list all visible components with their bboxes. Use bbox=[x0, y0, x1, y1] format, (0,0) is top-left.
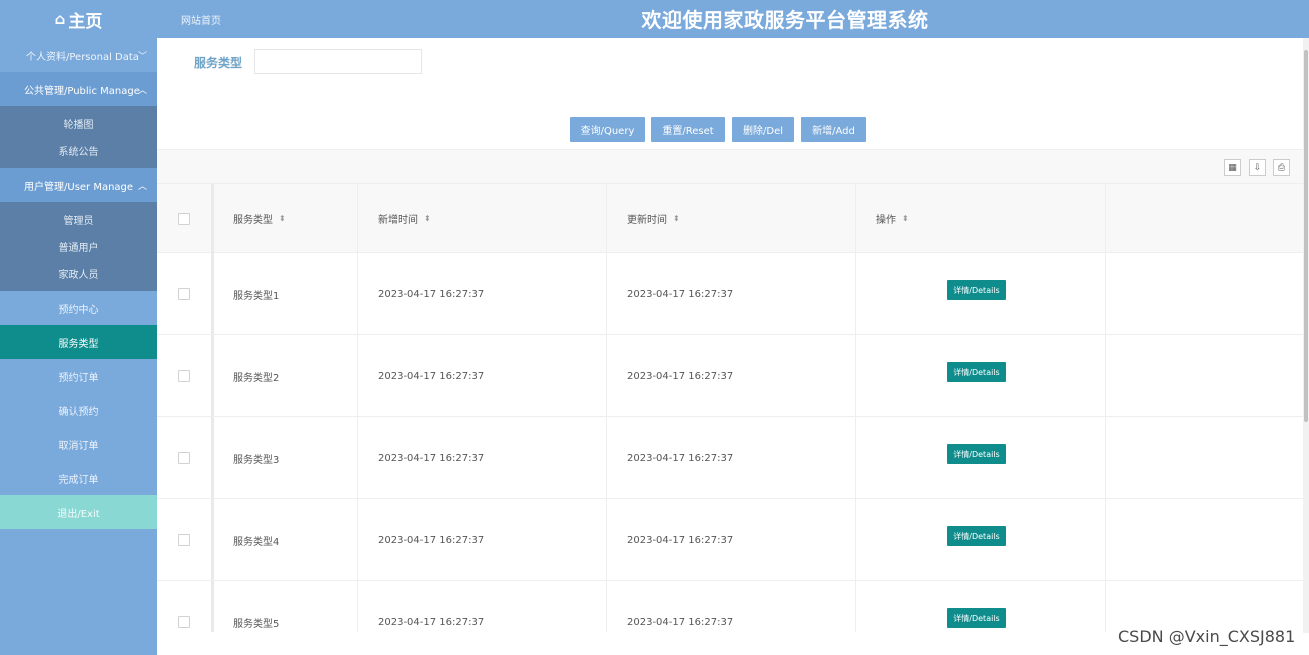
table-row: 服务类型3 2023-04-17 16:27:37 2023-04-17 16:… bbox=[157, 417, 1303, 499]
main-content: 服务类型 查询/Query 重置/Reset 删除/Del 新增/Add ▦ ⇩… bbox=[157, 38, 1309, 655]
table-header: 服务类型 ⬍ 新增时间 ⬍ 更新时间 ⬍ 操作 ⬍ bbox=[157, 184, 1303, 253]
cell-type: 服务类型2 bbox=[233, 372, 280, 384]
table-toolbar: ▦ ⇩ ⎙ bbox=[157, 149, 1309, 184]
sidebar-item-notice[interactable]: 系统公告 bbox=[0, 137, 157, 164]
export-icon[interactable]: ⇩ bbox=[1249, 159, 1266, 176]
print-icon[interactable]: ⎙ bbox=[1273, 159, 1290, 176]
data-table: 服务类型 ⬍ 新增时间 ⬍ 更新时间 ⬍ 操作 ⬍ 服务类型1 2023-04-17 1… bbox=[157, 184, 1303, 632]
cell-created: 2023-04-17 16:27:37 bbox=[378, 452, 485, 464]
sidebar-item-complete-order[interactable]: 完成订单 bbox=[0, 461, 157, 495]
table-row: 服务类型4 2023-04-17 16:27:37 2023-04-17 16:… bbox=[157, 499, 1303, 581]
columns-icon[interactable]: ▦ bbox=[1224, 159, 1241, 176]
home-label: 主页 bbox=[68, 11, 103, 32]
sidebar: 个人资料/Personal Data ﹀ 公共管理/Public Manage … bbox=[0, 38, 157, 655]
table-row: 服务类型5 2023-04-17 16:27:37 2023-04-17 16:… bbox=[157, 581, 1303, 632]
chevron-up-icon: ︿ bbox=[137, 85, 147, 96]
sidebar-group-public[interactable]: 公共管理/Public Manage ︿ bbox=[0, 72, 157, 106]
cell-updated: 2023-04-17 16:27:37 bbox=[627, 534, 734, 546]
column-header-type[interactable]: 服务类型 ⬍ bbox=[233, 184, 286, 253]
column-label: 更新时间 bbox=[627, 215, 667, 226]
sidebar-group-label: 公共管理/Public Manage bbox=[24, 85, 140, 97]
row-checkbox[interactable] bbox=[178, 452, 190, 464]
details-button[interactable]: 详情/Details bbox=[947, 280, 1006, 300]
details-button[interactable]: 详情/Details bbox=[947, 362, 1006, 382]
submenu-public: 轮播图 系统公告 bbox=[0, 106, 157, 168]
select-all-checkbox[interactable] bbox=[178, 212, 190, 225]
site-home-link[interactable]: 网站首页 bbox=[181, 12, 221, 27]
sidebar-item-carousel[interactable]: 轮播图 bbox=[0, 110, 157, 137]
sidebar-item-housekeepers[interactable]: 家政人员 bbox=[0, 260, 157, 287]
submenu-user: 管理员 普通用户 家政人员 bbox=[0, 202, 157, 291]
sidebar-item-confirm-booking[interactable]: 确认预约 bbox=[0, 393, 157, 427]
column-label: 操作 bbox=[876, 215, 896, 226]
chevron-down-icon: ﹀ bbox=[137, 51, 147, 62]
sidebar-item-users[interactable]: 普通用户 bbox=[0, 233, 157, 260]
cell-created: 2023-04-17 16:27:37 bbox=[378, 370, 485, 382]
details-button[interactable]: 详情/Details bbox=[947, 608, 1006, 628]
sort-icon[interactable]: ⬍ bbox=[424, 214, 431, 223]
cell-type: 服务类型1 bbox=[233, 290, 280, 302]
details-button[interactable]: 详情/Details bbox=[947, 444, 1006, 464]
row-checkbox[interactable] bbox=[178, 370, 190, 382]
delete-button[interactable]: 删除/Del bbox=[732, 117, 794, 142]
sort-icon[interactable]: ⬍ bbox=[902, 214, 909, 223]
top-header: ⌂ 主页 网站首页 欢迎使用家政服务平台管理系统 bbox=[0, 0, 1309, 38]
vertical-scrollbar[interactable] bbox=[1303, 38, 1309, 633]
cell-type: 服务类型5 bbox=[233, 618, 280, 630]
home-icon: ⌂ bbox=[54, 10, 66, 28]
sidebar-item-booking-orders[interactable]: 预约订单 bbox=[0, 359, 157, 393]
cell-type: 服务类型3 bbox=[233, 454, 280, 466]
sidebar-group-user[interactable]: 用户管理/User Manage ︿ bbox=[0, 168, 157, 202]
sort-icon[interactable]: ⬍ bbox=[673, 214, 680, 223]
query-button[interactable]: 查询/Query bbox=[570, 117, 645, 142]
column-header-created[interactable]: 新增时间 ⬍ bbox=[378, 184, 431, 253]
cell-updated: 2023-04-17 16:27:37 bbox=[627, 452, 734, 464]
watermark: CSDN @Vxin_CXSJ881 bbox=[1118, 627, 1296, 646]
sidebar-item-exit[interactable]: 退出/Exit bbox=[0, 495, 157, 529]
cell-created: 2023-04-17 16:27:37 bbox=[378, 534, 485, 546]
sidebar-item-service-type[interactable]: 服务类型 bbox=[0, 325, 157, 359]
table-row: 服务类型1 2023-04-17 16:27:37 2023-04-17 16:… bbox=[157, 253, 1303, 335]
column-header-updated[interactable]: 更新时间 ⬍ bbox=[627, 184, 680, 253]
details-button[interactable]: 详情/Details bbox=[947, 526, 1006, 546]
cell-type: 服务类型4 bbox=[233, 536, 280, 548]
column-label: 服务类型 bbox=[233, 215, 273, 226]
sidebar-item-cancel-order[interactable]: 取消订单 bbox=[0, 427, 157, 461]
cell-created: 2023-04-17 16:27:37 bbox=[378, 616, 485, 628]
sidebar-item-booking-center[interactable]: 预约中心 bbox=[0, 291, 157, 325]
row-checkbox[interactable] bbox=[178, 288, 190, 300]
add-button[interactable]: 新增/Add bbox=[801, 117, 866, 142]
cell-updated: 2023-04-17 16:27:37 bbox=[627, 370, 734, 382]
home-link[interactable]: ⌂ 主页 bbox=[0, 0, 157, 38]
column-header-action[interactable]: 操作 ⬍ bbox=[876, 184, 909, 253]
sidebar-item-admin[interactable]: 管理员 bbox=[0, 206, 157, 233]
sidebar-item-label: 个人资料/Personal Data bbox=[26, 51, 139, 63]
sidebar-group-label: 用户管理/User Manage bbox=[24, 181, 134, 193]
sort-icon[interactable]: ⬍ bbox=[279, 214, 286, 223]
sidebar-item-personal[interactable]: 个人资料/Personal Data ﹀ bbox=[0, 38, 157, 72]
cell-created: 2023-04-17 16:27:37 bbox=[378, 288, 485, 300]
select-all-cell bbox=[178, 184, 190, 253]
row-checkbox[interactable] bbox=[178, 616, 190, 628]
chevron-up-icon: ︿ bbox=[137, 181, 147, 192]
cell-updated: 2023-04-17 16:27:37 bbox=[627, 616, 734, 628]
table-row: 服务类型2 2023-04-17 16:27:37 2023-04-17 16:… bbox=[157, 335, 1303, 417]
cell-updated: 2023-04-17 16:27:37 bbox=[627, 288, 734, 300]
search-label: 服务类型 bbox=[194, 56, 243, 70]
scrollbar-thumb[interactable] bbox=[1304, 50, 1308, 422]
reset-button[interactable]: 重置/Reset bbox=[651, 117, 725, 142]
page-title: 欢迎使用家政服务平台管理系统 bbox=[641, 8, 929, 32]
column-label: 新增时间 bbox=[378, 215, 418, 226]
row-checkbox[interactable] bbox=[178, 534, 190, 546]
search-input[interactable] bbox=[254, 49, 422, 74]
